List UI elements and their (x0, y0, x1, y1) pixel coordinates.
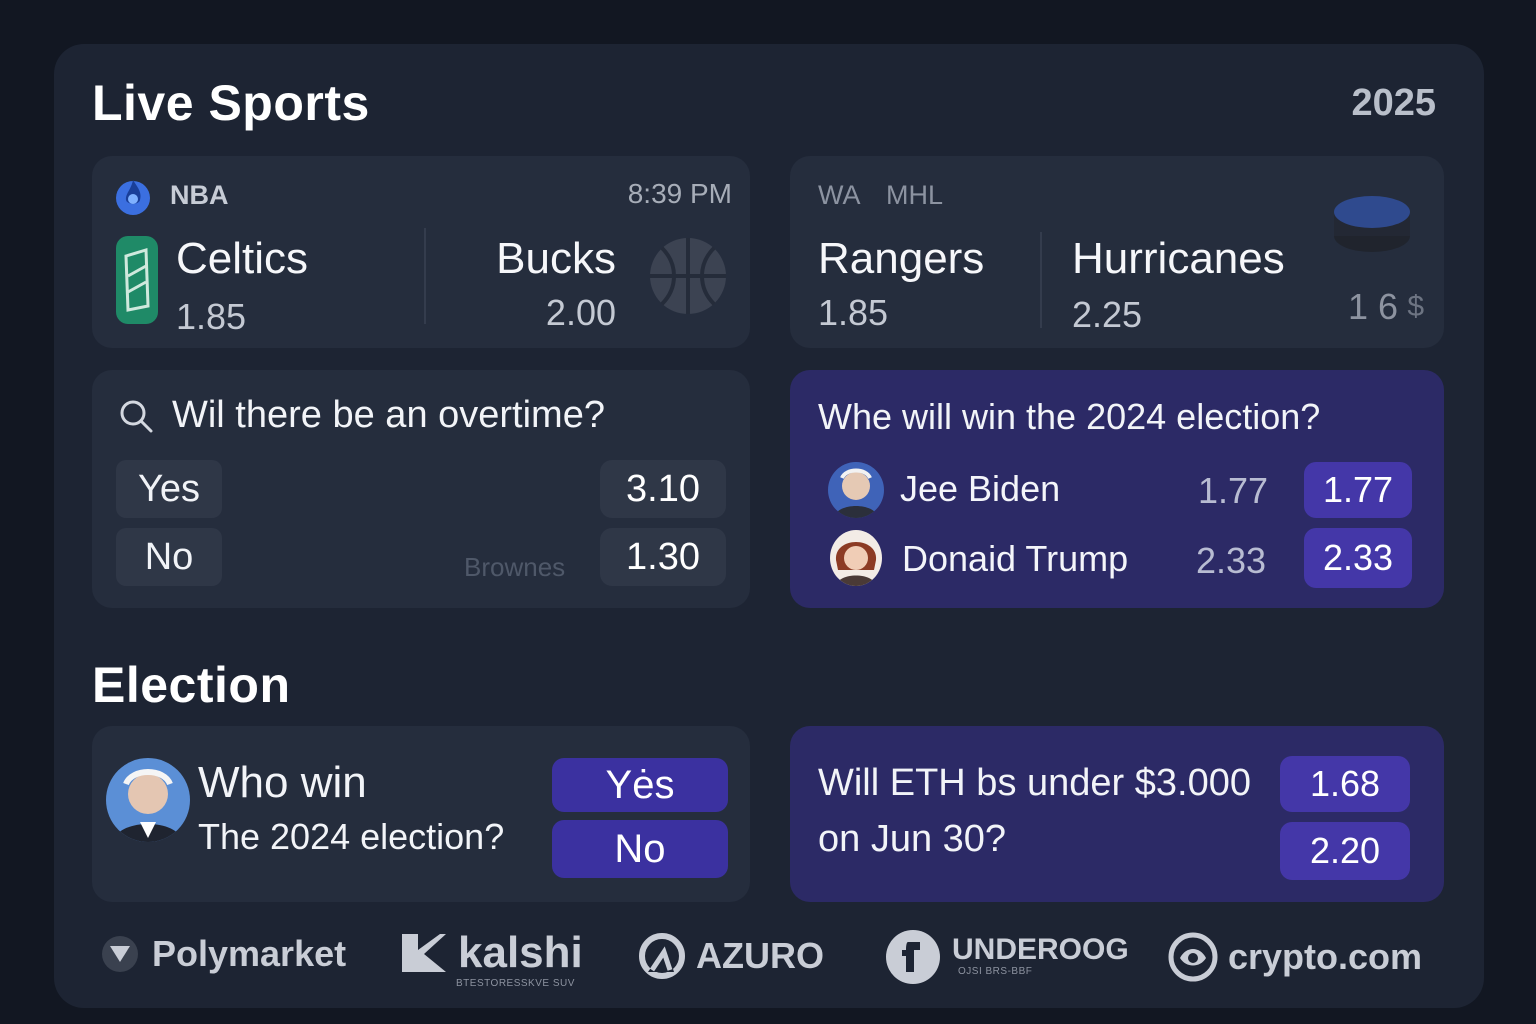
candidate-avatar (106, 758, 190, 842)
who-win-card: Who win The 2024 election? Yės No (92, 726, 750, 902)
flame-icon (116, 180, 150, 215)
team-celtics-odds[interactable]: 1.85 (176, 296, 246, 338)
partner-azuro[interactable]: AZURO (638, 932, 824, 980)
candidate-odds: 1.77 (1198, 470, 1269, 511)
candidate-odds: 2.33 (1196, 540, 1267, 581)
partner-underdog[interactable]: UNDEROOG (884, 928, 1129, 986)
year-label: 2025 (1351, 82, 1436, 124)
extra-odds: 1 6 (1347, 286, 1398, 327)
kalshi-icon (402, 934, 446, 972)
underdog-icon (886, 930, 940, 984)
celtics-logo-icon (116, 236, 158, 324)
faint-label: Brownes (464, 552, 566, 582)
basketball-icon (650, 238, 726, 314)
candidate-avatar-biden (828, 462, 884, 518)
league-region: WA (818, 180, 861, 210)
partner-kalshi[interactable]: kalshi (400, 928, 583, 978)
nba-match-card[interactable]: NBA 8:39 PM Celtics 1.85 Bucks 2.00 (92, 156, 750, 348)
divider (424, 228, 426, 324)
brand-name: AZURO (696, 935, 824, 976)
brand-name: UNDEROOG (952, 933, 1129, 966)
question-line2: The 2024 election? (198, 816, 505, 857)
team-rangers-odds[interactable]: 1.85 (818, 292, 888, 334)
option-yes-label[interactable]: Yes (116, 460, 222, 518)
nhl-match-card[interactable]: WA MHL Rangers 1.85 Hurricanes 2.25 1 6 … (790, 156, 1444, 348)
question-line1: Will ETH bs under $3.000 (818, 762, 1251, 804)
question-line2: on Jun 30? (818, 818, 1007, 860)
team-bucks-odds[interactable]: 2.00 (546, 292, 616, 334)
brand-subtitle: BTESTORESSKVE SUV (456, 978, 575, 989)
brand-name: Polymarket (152, 933, 347, 974)
polymarket-icon (102, 936, 138, 972)
option-no-label[interactable]: No (116, 528, 222, 586)
league-name: NBA (170, 180, 229, 210)
team-hurricanes-name: Hurricanes (1072, 234, 1285, 283)
election-market-card: Whe will win the 2024 election? Jee Bide… (790, 370, 1444, 608)
page-title: Live Sports (92, 75, 370, 131)
partner-polymarket[interactable]: Polymarket (98, 932, 346, 976)
option-no-odds-button[interactable]: 1.30 (600, 528, 726, 586)
candidate-name: Jee Biden (900, 468, 1061, 509)
option-yes-odds-button[interactable]: 3.10 (600, 460, 726, 518)
dollar-icon: $ (1407, 290, 1424, 323)
candidate-odds-button[interactable]: 2.33 (1304, 528, 1412, 588)
team-rangers-name: Rangers (818, 234, 985, 283)
azuro-icon (639, 933, 685, 979)
candidate-avatar-trump (830, 530, 882, 586)
market-question: Wil there be an overtime? (172, 394, 605, 436)
yes-button[interactable]: Yės (552, 758, 728, 812)
overtime-market-card: Wil there be an overtime? Yes 3.10 No Br… (92, 370, 750, 608)
partner-crypto-com[interactable]: crypto.com (1168, 932, 1422, 982)
hockey-puck-icon (1334, 196, 1410, 252)
match-time: 8:39 PM (627, 178, 732, 209)
question-line1: Who win (198, 758, 367, 807)
crypto-com-icon (1168, 932, 1218, 982)
team-celtics-name: Celtics (176, 234, 309, 283)
main-panel: Live Sports 2025 NBA 8:39 PM Celtics 1.8… (54, 44, 1484, 1008)
eth-market-card: Will ETH bs under $3.000 on Jun 30? 1.68… (790, 726, 1444, 902)
divider (1040, 232, 1042, 328)
search-icon (120, 400, 153, 433)
candidate-name: Donaid Trump (902, 538, 1129, 579)
league-name: MHL (886, 180, 944, 210)
no-odds-button[interactable]: 2.20 (1280, 822, 1410, 880)
yes-odds-button[interactable]: 1.68 (1280, 756, 1410, 812)
no-button[interactable]: No (552, 820, 728, 878)
team-hurricanes-odds[interactable]: 2.25 (1072, 294, 1142, 336)
market-question: Whe will win the 2024 election? (818, 396, 1321, 437)
team-bucks-name: Bucks (496, 234, 616, 283)
brand-name: crypto.com (1228, 936, 1423, 977)
section-title-election: Election (92, 657, 291, 713)
brand-subtitle: OJSI BRS-BBF (958, 966, 1033, 977)
candidate-odds-button[interactable]: 1.77 (1304, 462, 1412, 518)
brand-name: kalshi (458, 928, 583, 977)
